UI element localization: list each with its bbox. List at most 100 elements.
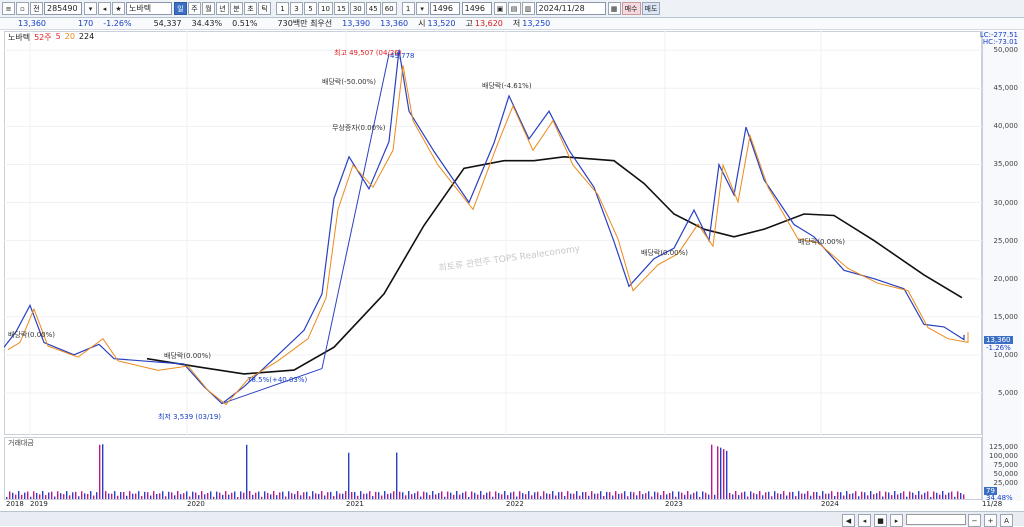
- mid-annotation: 78.5%(+40.03%): [247, 376, 308, 384]
- volume-bar: [465, 491, 467, 499]
- chart-icon[interactable]: ▣: [493, 2, 507, 15]
- volume-bar: [693, 492, 695, 499]
- volume-bar: [630, 491, 632, 499]
- interval-1-button[interactable]: 1: [276, 2, 289, 15]
- interval-15-button[interactable]: 15: [333, 2, 349, 15]
- volume-bar: [516, 496, 518, 499]
- volume-bar: [330, 491, 332, 499]
- search-icon[interactable]: ▾: [84, 2, 97, 15]
- volume-bar: [930, 496, 932, 499]
- volume-bar: [441, 491, 443, 499]
- y-tick-label: 20,000: [993, 274, 1019, 283]
- dividend-annotation-4: 배당락(0.00%): [164, 351, 211, 360]
- zoom-in-icon[interactable]: +: [984, 514, 997, 527]
- sound-icon[interactable]: ◂: [98, 2, 111, 15]
- next-icon[interactable]: ▸: [890, 514, 903, 527]
- zoom-scrollbar[interactable]: [906, 514, 966, 525]
- bid-price: 13,360: [380, 19, 409, 28]
- volume-bar: [759, 491, 761, 499]
- volume-bar: [627, 496, 629, 499]
- volume-bar: [678, 491, 680, 499]
- volume-bar: [927, 491, 929, 499]
- step-button[interactable]: 1: [401, 2, 415, 15]
- volume-value: 54,337: [153, 19, 182, 28]
- y-tick-label: 5,000: [997, 388, 1018, 397]
- volume-bar: [24, 492, 26, 499]
- interval-60-button[interactable]: 60: [381, 2, 397, 15]
- volume-bar: [768, 491, 770, 499]
- price-axis[interactable]: LC:-277.51 HC:-73.01 50,000 45,000 40,000 3…: [980, 31, 1022, 502]
- volume-bar: [372, 496, 374, 499]
- volume-bar: [81, 491, 83, 499]
- menu-icon[interactable]: ≡: [2, 2, 15, 15]
- period-second-button[interactable]: 초: [244, 2, 257, 15]
- volume-chart-svg[interactable]: [4, 437, 982, 500]
- zoom-out-icon[interactable]: −: [968, 514, 981, 527]
- volume-bar: [624, 491, 626, 499]
- period-tick-button[interactable]: 틱: [258, 2, 271, 15]
- stock-code-input[interactable]: 285490: [44, 2, 82, 15]
- volume-bar: [69, 495, 71, 499]
- volume-bar: [831, 491, 833, 499]
- volume-bar: [225, 491, 227, 499]
- text-icon[interactable]: A: [1000, 514, 1013, 527]
- prev-icon[interactable]: ◂: [858, 514, 871, 527]
- volume-bar: [762, 495, 764, 499]
- volume-bar: [15, 494, 17, 499]
- volume-bar: [564, 496, 566, 499]
- volume-bar: [93, 495, 95, 499]
- interval-10-button[interactable]: 10: [318, 2, 333, 15]
- period-week-button[interactable]: 주: [188, 2, 201, 15]
- count-input[interactable]: 1496: [429, 2, 460, 15]
- volume-bar: [90, 491, 92, 499]
- interval-45-button[interactable]: 45: [365, 2, 381, 15]
- volume-bar: [237, 496, 239, 499]
- y-tick-label: 30,000: [993, 198, 1019, 207]
- stop-icon[interactable]: ■: [874, 514, 887, 527]
- volume-bar: [645, 493, 647, 499]
- favorite-icon[interactable]: ★: [112, 2, 125, 15]
- y-tick-label: 40,000: [993, 122, 1019, 131]
- volume-bar: [687, 491, 689, 499]
- calendar-icon[interactable]: ▦: [607, 2, 621, 15]
- print-icon[interactable]: ▥: [521, 2, 535, 15]
- volume-bar: [300, 495, 302, 499]
- interval-3-button[interactable]: 3: [290, 2, 303, 15]
- period-minute-button[interactable]: 분: [230, 2, 243, 15]
- range-button[interactable]: ▾: [415, 2, 429, 15]
- low-annotation: 최저 3,539 (03/19): [158, 412, 221, 421]
- first-icon[interactable]: ◀: [842, 514, 855, 527]
- volume-bar: [771, 496, 773, 499]
- volume-bar: [429, 495, 431, 499]
- volume-bar: [702, 491, 704, 499]
- volume-bar: [96, 492, 98, 499]
- lock-icon[interactable]: ▫: [16, 2, 29, 15]
- volume-bar: [612, 495, 614, 499]
- save-icon[interactable]: ▤: [507, 2, 521, 15]
- y-tick-label: 35,000: [993, 160, 1019, 169]
- quote-bar: 13,360 170 -1.26% 54,337 34.43% 0.51% 73…: [0, 18, 1024, 30]
- period-day-button[interactable]: 일: [174, 2, 187, 15]
- price-chart-svg[interactable]: 희토류 관련주 TOPS Realeconomy 최고 49,507 (04/2…: [4, 31, 982, 435]
- volume-bar: [942, 491, 944, 499]
- volume-bar: [255, 492, 257, 499]
- code-type-button[interactable]: 전: [30, 2, 43, 15]
- volume-bar: [339, 493, 341, 499]
- stock-name-field[interactable]: 노바텍: [126, 2, 172, 15]
- volume-bar: [510, 492, 512, 499]
- buy-button[interactable]: 매수: [621, 2, 641, 15]
- volume-bar: [363, 493, 365, 499]
- interval-5-button[interactable]: 5: [304, 2, 317, 15]
- volume-bar: [123, 492, 125, 499]
- interval-30-button[interactable]: 30: [349, 2, 365, 15]
- chart-grid: [4, 31, 982, 435]
- volume-bar: [495, 491, 497, 499]
- volume-bar: [822, 491, 824, 499]
- volume-bar: [876, 493, 878, 499]
- volume-bar: [399, 491, 401, 499]
- period-year-button[interactable]: 년: [216, 2, 229, 15]
- date-input[interactable]: 2024/11/28: [535, 2, 606, 15]
- total-count-field[interactable]: 1496: [461, 2, 492, 15]
- sell-button[interactable]: 매도: [641, 2, 661, 15]
- period-month-button[interactable]: 월: [202, 2, 215, 15]
